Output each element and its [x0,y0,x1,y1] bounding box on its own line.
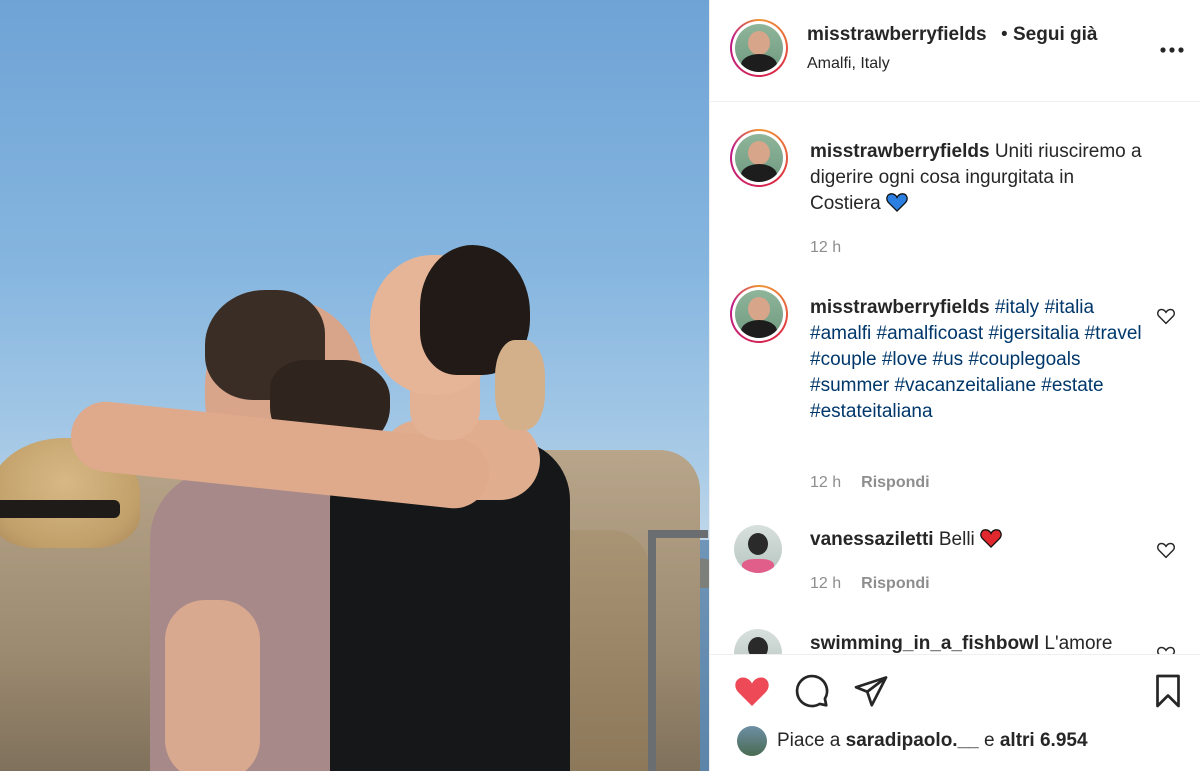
separator-dot: • [1001,24,1008,45]
liker-username[interactable]: saradipaolo.__ [846,730,979,752]
hashtag-link[interactable]: #igersitalia [988,323,1079,344]
comment-icon[interactable] [794,673,830,709]
comment-meta: 12 h Rispondi [810,474,930,492]
caption-avatar[interactable] [730,129,788,187]
comment-avatar[interactable] [734,629,782,654]
railing [648,530,708,771]
author-avatar[interactable] [730,19,788,77]
man-arm [165,600,260,771]
hashtag-link[interactable]: #love [882,349,927,370]
comment-avatar[interactable] [730,285,788,343]
caption-username[interactable]: misstrawberryfields [810,141,990,162]
caption-text: misstrawberryfields Uniti riusciremo a d… [810,139,1150,217]
hashtag-link[interactable]: #vacanzeitaliane [894,375,1036,396]
post-photo[interactable] [0,0,709,771]
share-icon[interactable] [853,673,889,709]
post-actions: Piace a saradipaolo.__ e altri 6.954 [710,654,1200,771]
hashtag-link[interactable]: #amalfi [810,323,871,344]
comment-username[interactable]: swimming_in_a_fishbowl [810,633,1039,654]
comment-body: L'amore [1044,633,1113,654]
likes-summary[interactable]: Piace a saradipaolo.__ e altri 6.954 [737,726,1088,756]
post-location[interactable]: Amalfi, Italy [807,55,890,73]
comment-username[interactable]: misstrawberryfields [810,297,990,318]
comment-body: Belli [938,529,975,550]
caption-time[interactable]: 12 h [810,239,841,257]
hashtag-link[interactable]: #italia [1044,297,1094,318]
hashtag-link[interactable]: #estate [1041,375,1103,396]
bookmark-icon[interactable] [1150,673,1186,709]
hashtag-link[interactable]: #amalficoast [877,323,984,344]
hashtag-link[interactable]: #estateitaliana [810,401,933,422]
likes-middle: e [984,730,995,751]
more-options-icon[interactable] [1158,38,1186,62]
heart-outline-icon[interactable] [1156,307,1176,325]
liker-avatar[interactable] [737,726,767,756]
comment-text: vanessaziletti Belli [810,527,1150,553]
post-header: misstrawberryfields • Segui già Amalfi, … [710,0,1200,102]
hashtag-link[interactable]: #summer [810,375,889,396]
comment-text: misstrawberryfields #italy #italia #amal… [810,295,1145,425]
comment-username[interactable]: vanessaziletti [810,529,934,550]
author-username[interactable]: misstrawberryfields [807,24,987,46]
hat-band [0,500,120,518]
heart-outline-icon[interactable] [1156,645,1176,654]
heart-filled-icon[interactable] [734,673,770,709]
hair-scarf [495,340,545,430]
comment-meta: 12 h Rispondi [810,575,930,593]
reply-button[interactable]: Rispondi [861,575,929,592]
comment-avatar[interactable] [734,525,782,573]
heart-outline-icon[interactable] [1156,541,1176,559]
comment-time[interactable]: 12 h [810,474,841,491]
likes-count[interactable]: altri 6.954 [1000,730,1088,752]
blue-heart-emoji [886,193,908,212]
reply-button[interactable]: Rispondi [861,474,929,491]
hashtag-link[interactable]: #italy [995,297,1039,318]
comment-text: swimming_in_a_fishbowl L'amore [810,631,1170,654]
hashtag-link[interactable]: #couplegoals [968,349,1080,370]
follow-status-button[interactable]: Segui già [1013,24,1097,46]
post-side-panel: misstrawberryfields • Segui già Amalfi, … [709,0,1200,771]
hashtag-link[interactable]: #travel [1085,323,1142,344]
comment-time[interactable]: 12 h [810,575,841,592]
hashtag-link[interactable]: #couple [810,349,877,370]
likes-prefix: Piace a [777,730,841,751]
comments-list[interactable]: misstrawberryfields Uniti riusciremo a d… [710,103,1200,654]
hashtag-link[interactable]: #us [933,349,964,370]
red-heart-emoji [980,529,1002,548]
